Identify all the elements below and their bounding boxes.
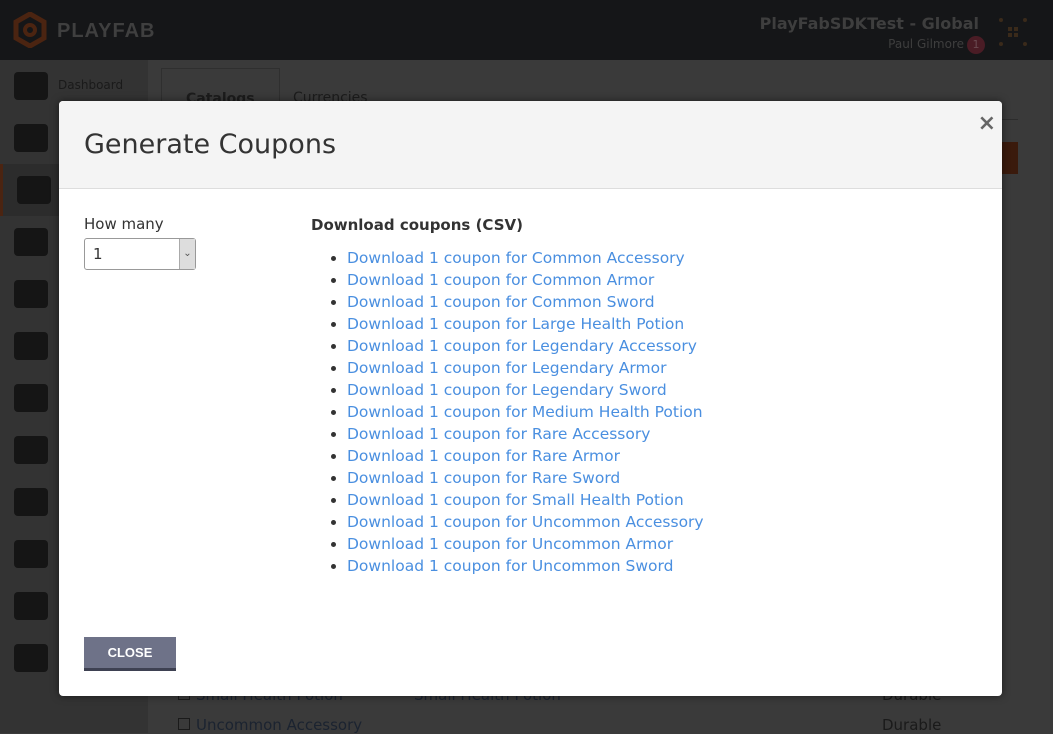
download-coupon-link[interactable]: Download 1 coupon for Legendary Armor (347, 359, 666, 377)
playfab-logo-icon[interactable] (12, 12, 48, 48)
table-row[interactable]: Uncommon Accessory Durable (178, 716, 941, 734)
list-item: Download 1 coupon for Common Accessory (347, 247, 704, 269)
notification-badge[interactable]: 1 (967, 36, 985, 54)
modal-title: Generate Coupons (84, 129, 337, 160)
apps-grid-icon[interactable] (997, 16, 1029, 48)
addons-icon (14, 488, 48, 516)
multiplayer-icon (14, 280, 48, 308)
modal-header: Generate Coupons × (59, 101, 1002, 189)
help-icon (14, 644, 48, 672)
download-coupon-link[interactable]: Download 1 coupon for Uncommon Accessory (347, 513, 704, 531)
dashboard-icon (14, 72, 48, 100)
download-coupon-link[interactable]: Download 1 coupon for Common Sword (347, 293, 655, 311)
how-many-value: 1 (93, 245, 103, 263)
list-item: Download 1 coupon for Legendary Armor (347, 357, 704, 379)
list-item: Download 1 coupon for Legendary Accessor… (347, 335, 704, 357)
analytics-icon (14, 436, 48, 464)
download-coupon-link[interactable]: Download 1 coupon for Rare Accessory (347, 425, 650, 443)
download-coupon-link[interactable]: Download 1 coupon for Legendary Sword (347, 381, 667, 399)
list-item: Download 1 coupon for Rare Armor (347, 445, 704, 467)
download-coupon-link[interactable]: Download 1 coupon for Rare Sword (347, 469, 620, 487)
list-item: Download 1 coupon for Uncommon Sword (347, 555, 704, 577)
how-many-select[interactable]: 1 ⌄ (84, 238, 196, 270)
download-coupon-link[interactable]: Download 1 coupon for Uncommon Armor (347, 535, 673, 553)
list-item: Download 1 coupon for Legendary Sword (347, 379, 704, 401)
user-name: Paul Gilmore (888, 37, 964, 51)
item-id[interactable]: Uncommon Accessory (196, 716, 362, 734)
players-icon (14, 124, 48, 152)
download-coupon-link[interactable]: Download 1 coupon for Large Health Potio… (347, 315, 684, 333)
sidebar-item-label: Dashboard (58, 78, 124, 92)
economy-icon (17, 176, 51, 204)
download-coupon-link[interactable]: Download 1 coupon for Small Health Potio… (347, 491, 684, 509)
generate-coupons-modal: Generate Coupons × How many 1 ⌄ Download… (59, 101, 1002, 696)
list-item: Download 1 coupon for Common Armor (347, 269, 704, 291)
download-title: Download coupons (CSV) (311, 216, 523, 234)
list-item: Download 1 coupon for Large Health Potio… (347, 313, 704, 335)
leaderboards-icon (14, 228, 48, 256)
logo-text: PLAYFAB (57, 20, 156, 42)
settings-icon (14, 540, 48, 568)
automation-icon (14, 384, 48, 412)
download-links-list: Download 1 coupon for Common Accessory Do… (347, 247, 704, 577)
user-menu[interactable]: Paul Gilmore 1 (888, 36, 985, 54)
list-item: Download 1 coupon for Medium Health Poti… (347, 401, 704, 423)
list-item: Download 1 coupon for Common Sword (347, 291, 704, 313)
list-item: Download 1 coupon for Rare Accessory (347, 423, 704, 445)
download-coupon-link[interactable]: Download 1 coupon for Medium Health Poti… (347, 403, 703, 421)
close-button[interactable]: CLOSE (84, 637, 176, 671)
background-action-button[interactable] (1000, 142, 1018, 174)
list-item: Download 1 coupon for Uncommon Accessory (347, 511, 704, 533)
content-icon (14, 332, 48, 360)
download-coupon-link[interactable]: Download 1 coupon for Common Armor (347, 271, 654, 289)
list-item: Download 1 coupon for Uncommon Armor (347, 533, 704, 555)
download-coupon-link[interactable]: Download 1 coupon for Rare Armor (347, 447, 620, 465)
download-coupon-link[interactable]: Download 1 coupon for Uncommon Sword (347, 557, 673, 575)
close-icon[interactable]: × (978, 111, 996, 136)
how-many-label: How many (84, 215, 164, 233)
item-type: Durable (882, 716, 942, 734)
list-item: Download 1 coupon for Small Health Potio… (347, 489, 704, 511)
row-checkbox[interactable] (178, 718, 190, 730)
top-bar: PLAYFAB PlayFabSDKTest - Global Paul Gil… (0, 0, 1053, 60)
title-name[interactable]: PlayFabSDKTest - Global (760, 14, 979, 33)
chevron-down-icon[interactable]: ⌄ (179, 239, 195, 269)
download-coupon-link[interactable]: Download 1 coupon for Common Accessory (347, 249, 685, 267)
list-item: Download 1 coupon for Rare Sword (347, 467, 704, 489)
download-coupon-link[interactable]: Download 1 coupon for Legendary Accessor… (347, 337, 697, 355)
admin-icon (14, 592, 48, 620)
